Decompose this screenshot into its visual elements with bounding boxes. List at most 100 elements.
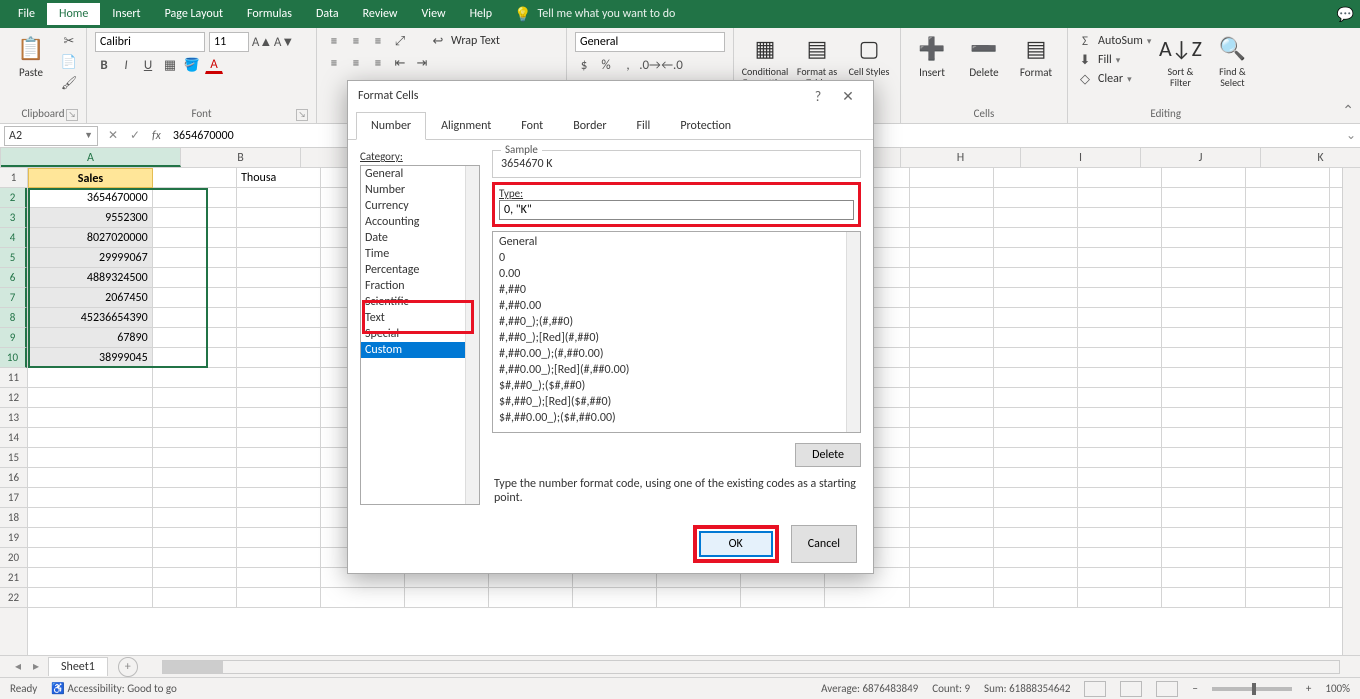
delete-format-button[interactable]: Delete [795,443,861,467]
cell[interactable] [153,328,237,348]
format-code-list[interactable]: General00.00#,##0#,##0.00#,##0_);(#,##0)… [492,231,861,433]
expand-formula-bar-icon[interactable]: ⌄ [1342,128,1360,143]
cell[interactable] [1078,288,1162,308]
cell[interactable] [237,328,321,348]
cell[interactable] [1078,268,1162,288]
row-header[interactable]: 6 [0,268,27,288]
paste-button[interactable]: 📋 Paste [8,32,54,79]
cell[interactable] [1246,308,1330,328]
cell[interactable] [153,208,237,228]
cell[interactable] [1162,228,1246,248]
accounting-format-icon[interactable]: $ [575,56,593,74]
add-sheet-button[interactable]: + [118,657,138,677]
category-item[interactable]: Fraction [361,278,479,294]
cell[interactable] [1078,488,1162,508]
cell[interactable] [910,328,994,348]
cell[interactable] [1078,388,1162,408]
cell[interactable]: 38999045 [28,348,153,368]
cell[interactable] [910,368,994,388]
format-item[interactable]: $#,##0.00_);($#,##0.00) [493,410,860,426]
cell[interactable] [28,448,153,468]
row-header[interactable]: 5 [0,248,27,268]
cell[interactable] [910,488,994,508]
cell[interactable] [1078,248,1162,268]
cell[interactable] [1246,228,1330,248]
format-cells-button[interactable]: ▤Format [1013,32,1059,79]
cell[interactable] [28,468,153,488]
cell[interactable] [1078,188,1162,208]
dialog-tab-border[interactable]: Border [558,112,621,140]
font-color-icon[interactable]: A [205,56,223,74]
category-item[interactable]: Time [361,246,479,262]
menu-tab-formulas[interactable]: Formulas [235,3,304,25]
cell[interactable] [237,368,321,388]
row-header[interactable]: 2 [0,188,27,208]
cell[interactable] [1246,408,1330,428]
increase-font-icon[interactable]: A▲ [253,33,271,51]
autosum-button[interactable]: ΣAutoSum▾ [1076,32,1151,50]
cell[interactable] [237,208,321,228]
format-item[interactable]: $#,##0_);($#,##0) [493,378,860,394]
cell[interactable] [237,388,321,408]
comma-format-icon[interactable]: , [619,56,637,74]
row-header[interactable]: 7 [0,288,27,308]
ok-button[interactable]: OK [699,531,773,557]
cell[interactable] [1246,488,1330,508]
cell[interactable] [994,348,1078,368]
zoom-in-icon[interactable]: + [1306,682,1311,695]
cell[interactable] [1246,288,1330,308]
cell[interactable] [237,288,321,308]
cell[interactable] [489,588,573,608]
cell[interactable] [910,228,994,248]
cell[interactable] [237,248,321,268]
cell[interactable] [1246,448,1330,468]
sheet-nav-buttons[interactable]: ◂▸ [10,659,44,674]
cell[interactable] [994,328,1078,348]
cell[interactable] [321,588,405,608]
cell[interactable] [994,488,1078,508]
cut-icon[interactable]: ✂ [60,32,78,50]
cell[interactable]: 2067450 [28,288,153,308]
find-select-button[interactable]: 🔍Find & Select [1209,32,1255,88]
cell[interactable] [1162,248,1246,268]
cell[interactable] [1162,268,1246,288]
align-bottom-icon[interactable]: ≡ [369,32,387,50]
collapse-ribbon-icon[interactable]: ⌃ [1342,102,1354,119]
cell[interactable] [153,408,237,428]
cell[interactable] [237,488,321,508]
cell[interactable]: Thousa [237,168,321,188]
row-header[interactable]: 11 [0,368,27,388]
page-break-view-icon[interactable] [1156,681,1178,697]
row-header[interactable]: 18 [0,508,27,528]
cell[interactable] [1162,368,1246,388]
cell[interactable] [1078,368,1162,388]
cell[interactable] [1162,548,1246,568]
align-top-icon[interactable]: ≡ [325,32,343,50]
font-name-combo[interactable] [95,32,205,52]
cell[interactable] [910,208,994,228]
cell[interactable] [237,268,321,288]
menu-tab-home[interactable]: Home [47,3,100,25]
cell[interactable] [910,188,994,208]
cell[interactable] [237,588,321,608]
category-item[interactable]: Scientific [361,294,479,310]
cell[interactable] [1162,468,1246,488]
cell[interactable] [994,368,1078,388]
cell[interactable] [1162,328,1246,348]
menu-tab-page-layout[interactable]: Page Layout [153,3,235,25]
cell[interactable] [28,388,153,408]
cell[interactable] [1078,168,1162,188]
fx-icon[interactable]: fx [146,129,167,143]
name-box[interactable]: A2 ▼ [4,126,98,146]
dialog-close-icon[interactable]: ✕ [833,88,863,105]
cell[interactable] [153,488,237,508]
cell[interactable] [28,548,153,568]
cell[interactable] [910,508,994,528]
cell[interactable] [1246,368,1330,388]
cell[interactable] [153,268,237,288]
cell[interactable] [237,408,321,428]
wrap-text-button[interactable]: Wrap Text [451,34,500,48]
cell[interactable] [28,488,153,508]
menu-tab-help[interactable]: Help [458,3,505,25]
cell[interactable] [1246,468,1330,488]
